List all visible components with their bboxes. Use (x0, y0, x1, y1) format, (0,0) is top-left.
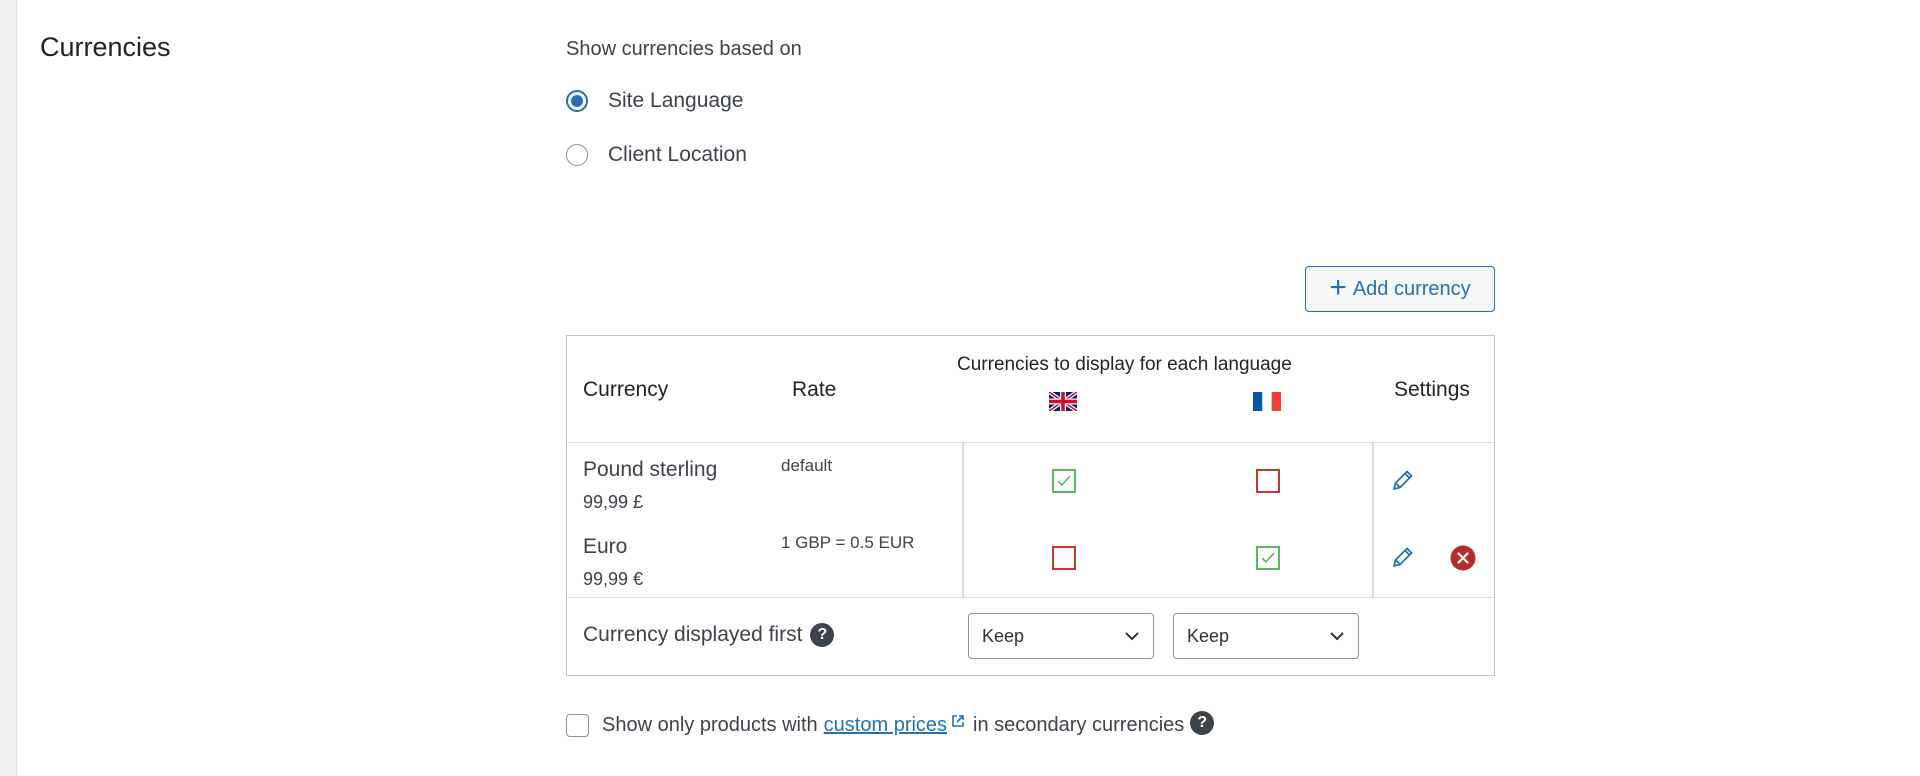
select-value: Keep (1187, 625, 1230, 646)
custom-prices-prefix: Show only products with (602, 714, 818, 736)
header-settings: Settings (1394, 378, 1470, 401)
radio-label: Site Language (608, 89, 744, 112)
radio-button[interactable] (566, 144, 588, 166)
display-checkbox[interactable] (1052, 546, 1076, 570)
custom-prices-row: Show only products with custom prices in… (566, 710, 1215, 737)
radio-button-checked[interactable] (566, 90, 588, 112)
uk-flag-icon (1049, 392, 1077, 411)
currency-rate: 1 GBP = 0.5 EUR (781, 533, 915, 552)
currency-rate: default (781, 456, 833, 475)
chevron-down-icon (1125, 632, 1139, 641)
mode-label: Show currencies based on (566, 38, 802, 60)
edit-pencil-icon[interactable] (1389, 468, 1415, 494)
currencies-table: Currency Rate Currencies to display for … (566, 335, 1495, 676)
check-icon (1057, 475, 1071, 487)
column-divider (962, 442, 964, 597)
radio-client-location[interactable]: Client Location (566, 143, 747, 167)
admin-sidebar-edge (0, 0, 17, 776)
header-rate: Rate (792, 378, 837, 401)
display-checkbox-checked[interactable] (1052, 469, 1076, 493)
radio-site-language[interactable]: Site Language (566, 89, 743, 113)
header-languages: Currencies to display for each language (957, 354, 1292, 375)
currency-name: Euro (583, 535, 628, 558)
custom-prices-checkbox[interactable] (566, 714, 589, 737)
first-currency-select-fr[interactable]: Keep (1173, 613, 1359, 659)
currency-first-row: Currency displayed first ? Keep Keep (567, 597, 1494, 676)
help-icon[interactable]: ? (1190, 710, 1215, 735)
france-flag-icon (1253, 392, 1281, 411)
header-currency: Currency (583, 378, 669, 401)
display-checkbox[interactable] (1256, 469, 1280, 493)
external-link-icon[interactable] (951, 714, 965, 728)
currency-first-label: Currency displayed first ? (583, 623, 835, 647)
add-currency-label: Add currency (1352, 277, 1471, 300)
add-currency-button[interactable]: + Add currency (1305, 266, 1495, 312)
plus-icon: + (1329, 270, 1347, 304)
check-icon (1261, 552, 1275, 564)
chevron-down-icon (1330, 632, 1344, 641)
help-icon[interactable]: ? (810, 623, 835, 647)
section-title: Currencies (40, 32, 171, 62)
column-divider (1372, 442, 1374, 597)
edit-pencil-icon[interactable] (1389, 545, 1415, 571)
select-value: Keep (982, 625, 1025, 646)
first-currency-select-en[interactable]: Keep (968, 613, 1154, 659)
radio-label: Client Location (608, 143, 747, 166)
currency-name: Pound sterling (583, 458, 718, 481)
currency-first-text: Currency displayed first (583, 623, 803, 646)
display-checkbox-checked[interactable] (1256, 546, 1280, 570)
table-header: Currency Rate Currencies to display for … (567, 336, 1494, 443)
delete-icon[interactable] (1450, 545, 1476, 571)
currency-price: 99,99 € (583, 569, 644, 589)
currency-price: 99,99 £ (583, 492, 644, 512)
custom-prices-link[interactable]: custom prices (824, 714, 947, 737)
custom-prices-suffix: in secondary currencies (973, 714, 1185, 736)
